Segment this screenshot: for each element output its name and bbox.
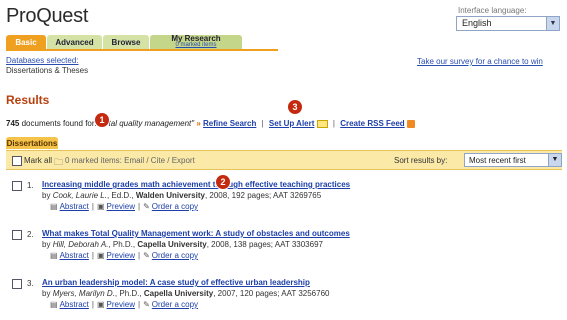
divider: | — [138, 202, 141, 211]
tab-advanced[interactable]: Advanced — [47, 35, 102, 49]
found-for-text: found for: — [62, 119, 97, 128]
order-copy-link[interactable]: Order a copy — [152, 300, 198, 309]
tab-dissertations[interactable]: Dissertations — [6, 137, 58, 149]
result-number: 1. — [27, 181, 34, 190]
databases-selected-link[interactable]: Databases selected: — [6, 56, 79, 65]
result-links: ▤ Abstract | ▣ Preview | ✎ Order a copy — [50, 202, 198, 211]
preview-icon: ▣ — [96, 300, 105, 309]
result-degree: , Ed.D., — [106, 191, 134, 200]
results-count-line: 745 documents found for: "total quality … — [6, 119, 415, 128]
result-title-link[interactable]: An urban leadership model: A case study … — [42, 278, 310, 287]
survey-link[interactable]: Take our survey for a chance to win — [417, 57, 543, 66]
language-select[interactable]: English ▼ — [456, 16, 560, 31]
folder-icon: 🗀 — [54, 157, 64, 167]
result-checkbox[interactable] — [12, 230, 22, 240]
search-query: "total quality management" — [99, 119, 195, 128]
by-label: by — [42, 191, 51, 200]
preview-link[interactable]: Preview — [107, 202, 135, 211]
result-details: , 2008, 138 pages; AAT 3303697 — [206, 240, 323, 249]
double-arrow-icon: » — [196, 119, 201, 128]
tab-underline — [6, 49, 278, 51]
sort-label: Sort results by: — [394, 156, 448, 165]
result-title-link[interactable]: What makes Total Quality Management work… — [42, 229, 350, 238]
result-meta: by Cook, Laurie L., Ed.D., Walden Univer… — [42, 191, 321, 200]
result-number: 3. — [27, 279, 34, 288]
order-icon: ✎ — [143, 251, 150, 260]
annotation-marker-3: 3 — [288, 100, 302, 114]
result-title-link[interactable]: Increasing middle grades math achievemen… — [42, 180, 350, 189]
abstract-link[interactable]: Abstract — [60, 202, 89, 211]
envelope-icon[interactable] — [316, 119, 328, 128]
result-meta: by Myers, Marilyn D., Ph.D., Capella Uni… — [42, 289, 329, 298]
order-copy-link[interactable]: Order a copy — [152, 251, 198, 260]
order-copy-link[interactable]: Order a copy — [152, 202, 198, 211]
database-name: Dissertations & Theses — [6, 66, 89, 75]
preview-link[interactable]: Preview — [107, 251, 135, 260]
documents-text: documents — [21, 119, 61, 128]
marked-items-actions[interactable]: 0 marked items: Email / Cite / Export — [65, 156, 195, 165]
abstract-link[interactable]: Abstract — [60, 300, 89, 309]
rss-icon[interactable] — [406, 119, 415, 128]
divider: | — [138, 300, 141, 309]
tab-basic[interactable]: Basic — [6, 35, 46, 49]
result-details: , 2008, 192 pages; AAT 3269765 — [204, 191, 322, 200]
preview-icon: ▣ — [96, 202, 105, 211]
divider: | — [138, 251, 141, 260]
result-author: Myers, Marilyn D. — [52, 289, 115, 298]
refine-search-link[interactable]: Refine Search — [203, 119, 256, 128]
annotation-marker-1: 1 — [95, 113, 109, 127]
proquest-logo: ProQuest — [6, 5, 89, 27]
result-links: ▤ Abstract | ▣ Preview | ✎ Order a copy — [50, 251, 198, 260]
tab-browse[interactable]: Browse — [103, 35, 149, 49]
divider: | — [91, 202, 94, 211]
results-toolbar: Mark all 🗀 0 marked items: Email / Cite … — [6, 150, 562, 170]
tab-my-research-label: My Research — [171, 34, 221, 43]
results-heading: Results — [6, 93, 50, 107]
interface-language-label: Interface language: — [458, 6, 527, 15]
chevron-down-icon[interactable]: ▼ — [546, 17, 559, 30]
result-degree: , Ph.D., — [108, 240, 136, 249]
preview-link[interactable]: Preview — [107, 300, 135, 309]
result-links: ▤ Abstract | ▣ Preview | ✎ Order a copy — [50, 300, 198, 309]
result-university: Capella University — [137, 240, 207, 249]
abstract-icon: ▤ — [50, 300, 58, 309]
order-icon: ✎ — [143, 202, 150, 211]
result-author: Hill, Deborah A. — [52, 240, 109, 249]
result-checkbox[interactable] — [12, 181, 22, 191]
divider: | — [91, 251, 94, 260]
divider: | — [332, 119, 335, 128]
mark-all-label[interactable]: Mark all — [24, 156, 52, 165]
abstract-link[interactable]: Abstract — [60, 251, 89, 260]
divider: | — [91, 300, 94, 309]
sort-select-value: Most recent first — [469, 156, 526, 165]
abstract-icon: ▤ — [50, 251, 58, 260]
result-degree: , Ph.D., — [114, 289, 142, 298]
create-rss-link[interactable]: Create RSS Feed — [340, 119, 404, 128]
chevron-down-icon[interactable]: ▼ — [548, 154, 561, 166]
marked-items-link[interactable]: 0 marked items — [175, 42, 216, 49]
mark-all-checkbox[interactable] — [12, 156, 22, 166]
tab-my-research[interactable]: My Research 0 marked items — [150, 35, 242, 49]
result-checkbox[interactable] — [12, 279, 22, 289]
sort-select[interactable]: Most recent first ▼ — [464, 153, 562, 167]
annotation-marker-2: 2 — [216, 175, 230, 189]
result-author: Cook, Laurie L. — [52, 191, 107, 200]
result-number: 2. — [27, 230, 34, 239]
result-details: , 2007, 120 pages; AAT 3256760 — [213, 289, 330, 298]
search-tabs: Basic Advanced Browse My Research 0 mark… — [6, 35, 242, 49]
abstract-icon: ▤ — [50, 202, 58, 211]
result-university: Walden University — [135, 191, 205, 200]
language-select-value: English — [462, 18, 492, 28]
order-icon: ✎ — [143, 300, 150, 309]
by-label: by — [42, 289, 51, 298]
set-up-alert-link[interactable]: Set Up Alert — [269, 119, 315, 128]
divider: | — [261, 119, 264, 128]
by-label: by — [42, 240, 51, 249]
result-university: Capella University — [143, 289, 214, 298]
result-meta: by Hill, Deborah A., Ph.D., Capella Univ… — [42, 240, 323, 249]
results-count: 745 — [6, 119, 20, 128]
preview-icon: ▣ — [96, 251, 105, 260]
